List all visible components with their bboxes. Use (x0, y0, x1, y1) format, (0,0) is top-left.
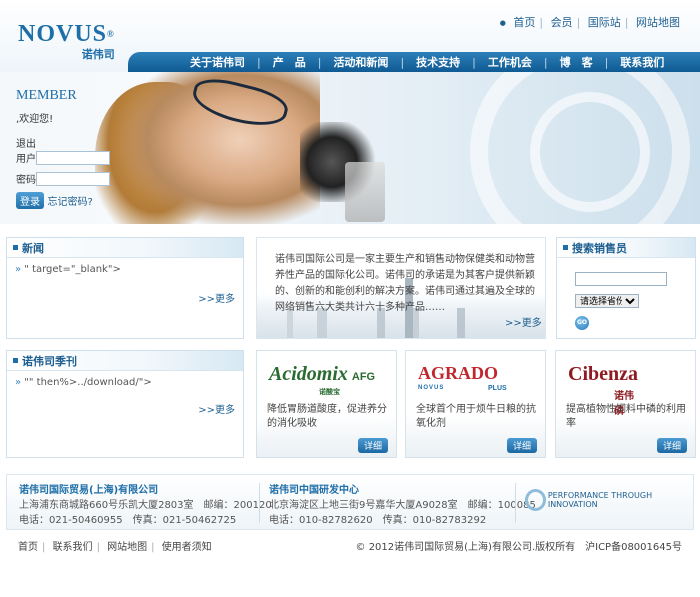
toplink-home[interactable]: 首页 (513, 16, 535, 29)
nav-blog[interactable]: 博 客 (560, 54, 593, 70)
bullet-icon (13, 245, 18, 250)
news-title: 新闻 (22, 241, 44, 255)
nav-products[interactable]: 产 品 (273, 54, 306, 70)
nav-contact[interactable]: 联系我们 (620, 54, 664, 70)
nav-jobs[interactable]: 工作机会 (488, 54, 532, 70)
product-cibenza[interactable]: Cibenza 诺伟磷 提高植物性饲料中磷的利用率 详细 (555, 350, 696, 458)
agrado-logo: AGRADO NOVUS PLUS (418, 363, 507, 392)
login-button[interactable]: 登录 (16, 192, 44, 209)
acidomix-logo: Acidomix AFG 诺酸宝 (269, 363, 376, 396)
intro-text: 诺伟司国际公司是一家主要生产和销售动物保健类和动物营养性产品的国际化公司。诺伟司… (275, 254, 535, 313)
detail-button[interactable]: 详细 (656, 438, 687, 453)
slogan: PERFORMANCE THROUGH INNOVATION (525, 489, 693, 511)
footer-link-sitemap[interactable]: 网站地图 (107, 542, 147, 553)
footer-link-home[interactable]: 首页 (18, 542, 38, 553)
ring-logo-icon (525, 489, 546, 511)
password-input[interactable] (36, 171, 110, 186)
nav-about[interactable]: 关于诺伟司 (190, 54, 245, 70)
main-nav: 关于诺伟司 | 产 品 | 活动和新闻 | 技术支持 | 工作机会 | 博 客 | 联系我们 (128, 52, 700, 72)
bullet-icon (563, 245, 568, 250)
logo-cn: 诺伟司 (81, 48, 115, 61)
news-panel: 新闻 » " target="_blank"> >>更多 (6, 237, 244, 339)
quarterly-title: 诺伟司季刊 (22, 354, 77, 368)
footer-link-contact[interactable]: 联系我们 (53, 542, 93, 553)
member-login: MEMBER ,欢迎您! 退出 用户 密码 登录 忘记密码? (16, 88, 126, 209)
cibenza-logo: Cibenza 诺伟磷 (568, 363, 638, 417)
novus-logo[interactable]: NOVUS® 诺伟司 (18, 22, 115, 62)
microscope-image (345, 162, 385, 222)
sales-title: 搜索销售员 (572, 241, 627, 255)
bullet-icon (13, 358, 18, 363)
detail-button[interactable]: 详细 (506, 438, 537, 453)
logout-link[interactable]: 退出 (16, 135, 126, 150)
company-intro: 诺伟司国际公司是一家主要生产和销售动物保健类和动物营养性产品的国际化公司。诺伟司… (256, 237, 546, 339)
divider (259, 483, 260, 523)
divider (515, 483, 516, 523)
copyright: © 2012诺伟司国际贸易(上海)有限公司.版权所有 沪ICP备08001645… (355, 542, 682, 553)
list-item[interactable]: » "" then%>../download/"> (7, 371, 243, 394)
arrow-icon: » (15, 377, 25, 388)
go-button[interactable]: GO (575, 316, 589, 330)
toplink-international[interactable]: 国际站 (588, 16, 621, 29)
footer-link-terms[interactable]: 使用者须知 (162, 542, 212, 553)
sales-search-panel: 搜索销售员 请选择省份 GO (556, 237, 696, 339)
welcome-text: ,欢迎您! (16, 114, 54, 125)
product-desc: 提高植物性饲料中磷的利用率 (566, 404, 686, 429)
nav-tech-support[interactable]: 技术支持 (416, 54, 460, 70)
member-title: MEMBER (16, 88, 77, 103)
toplink-member[interactable]: 会员 (551, 16, 573, 29)
beijing-contact: 诺伟司中国研发中心 北京海淀区上地三街9号嘉华大厦A9028室 邮编：10008… (269, 485, 536, 526)
nav-events-news[interactable]: 活动和新闻 (333, 54, 388, 70)
product-desc: 降低胃肠道酸度，促进养分的消化吸收 (267, 404, 387, 429)
user-label: 用户 (16, 154, 36, 165)
logo-brand: NOVUS (18, 21, 108, 47)
intro-more-link[interactable]: >>更多 (505, 314, 542, 329)
logo-trademark: ® (107, 29, 115, 39)
top-links: ● 首页 | 会员 | 国际站 | 网站地图 (499, 16, 680, 29)
password-label: 密码 (16, 175, 36, 186)
sales-search-input[interactable] (575, 272, 667, 286)
shanghai-contact: 诺伟司国际贸易(上海)有限公司 上海浦东商城路660号乐凯大厦2803室 邮编：… (19, 485, 272, 526)
footer-bottom: 首页 | 联系我们 | 网站地图 | 使用者须知 © 2012诺伟司国际贸易(上海)有… (18, 538, 682, 553)
province-select[interactable]: 请选择省份 (575, 294, 639, 308)
product-desc: 全球首个用于烦牛日粮的抗氧化剂 (416, 404, 536, 429)
bullet-icon: ● (499, 19, 506, 27)
product-acidomix[interactable]: Acidomix AFG 诺酸宝 降低胃肠道酸度，促进养分的消化吸收 详细 (256, 350, 397, 458)
quarterly-more-link[interactable]: >>更多 (198, 401, 235, 416)
username-input[interactable] (36, 150, 110, 165)
toplink-sitemap[interactable]: 网站地图 (636, 16, 680, 29)
arrow-icon: » (15, 264, 25, 275)
quarterly-panel: 诺伟司季刊 » "" then%>../download/"> >>更多 (6, 350, 244, 458)
forgot-password-link[interactable]: 忘记密码? (48, 197, 93, 208)
detail-button[interactable]: 详细 (357, 438, 388, 453)
list-item[interactable]: » " target="_blank"> (7, 258, 243, 281)
product-agrado[interactable]: AGRADO NOVUS PLUS 全球首个用于烦牛日粮的抗氧化剂 详细 (405, 350, 546, 458)
footer-contact: 诺伟司国际贸易(上海)有限公司 上海浦东商城路660号乐凯大厦2803室 邮编：… (6, 474, 694, 530)
decorative-circle (530, 92, 650, 212)
news-more-link[interactable]: >>更多 (198, 290, 235, 305)
